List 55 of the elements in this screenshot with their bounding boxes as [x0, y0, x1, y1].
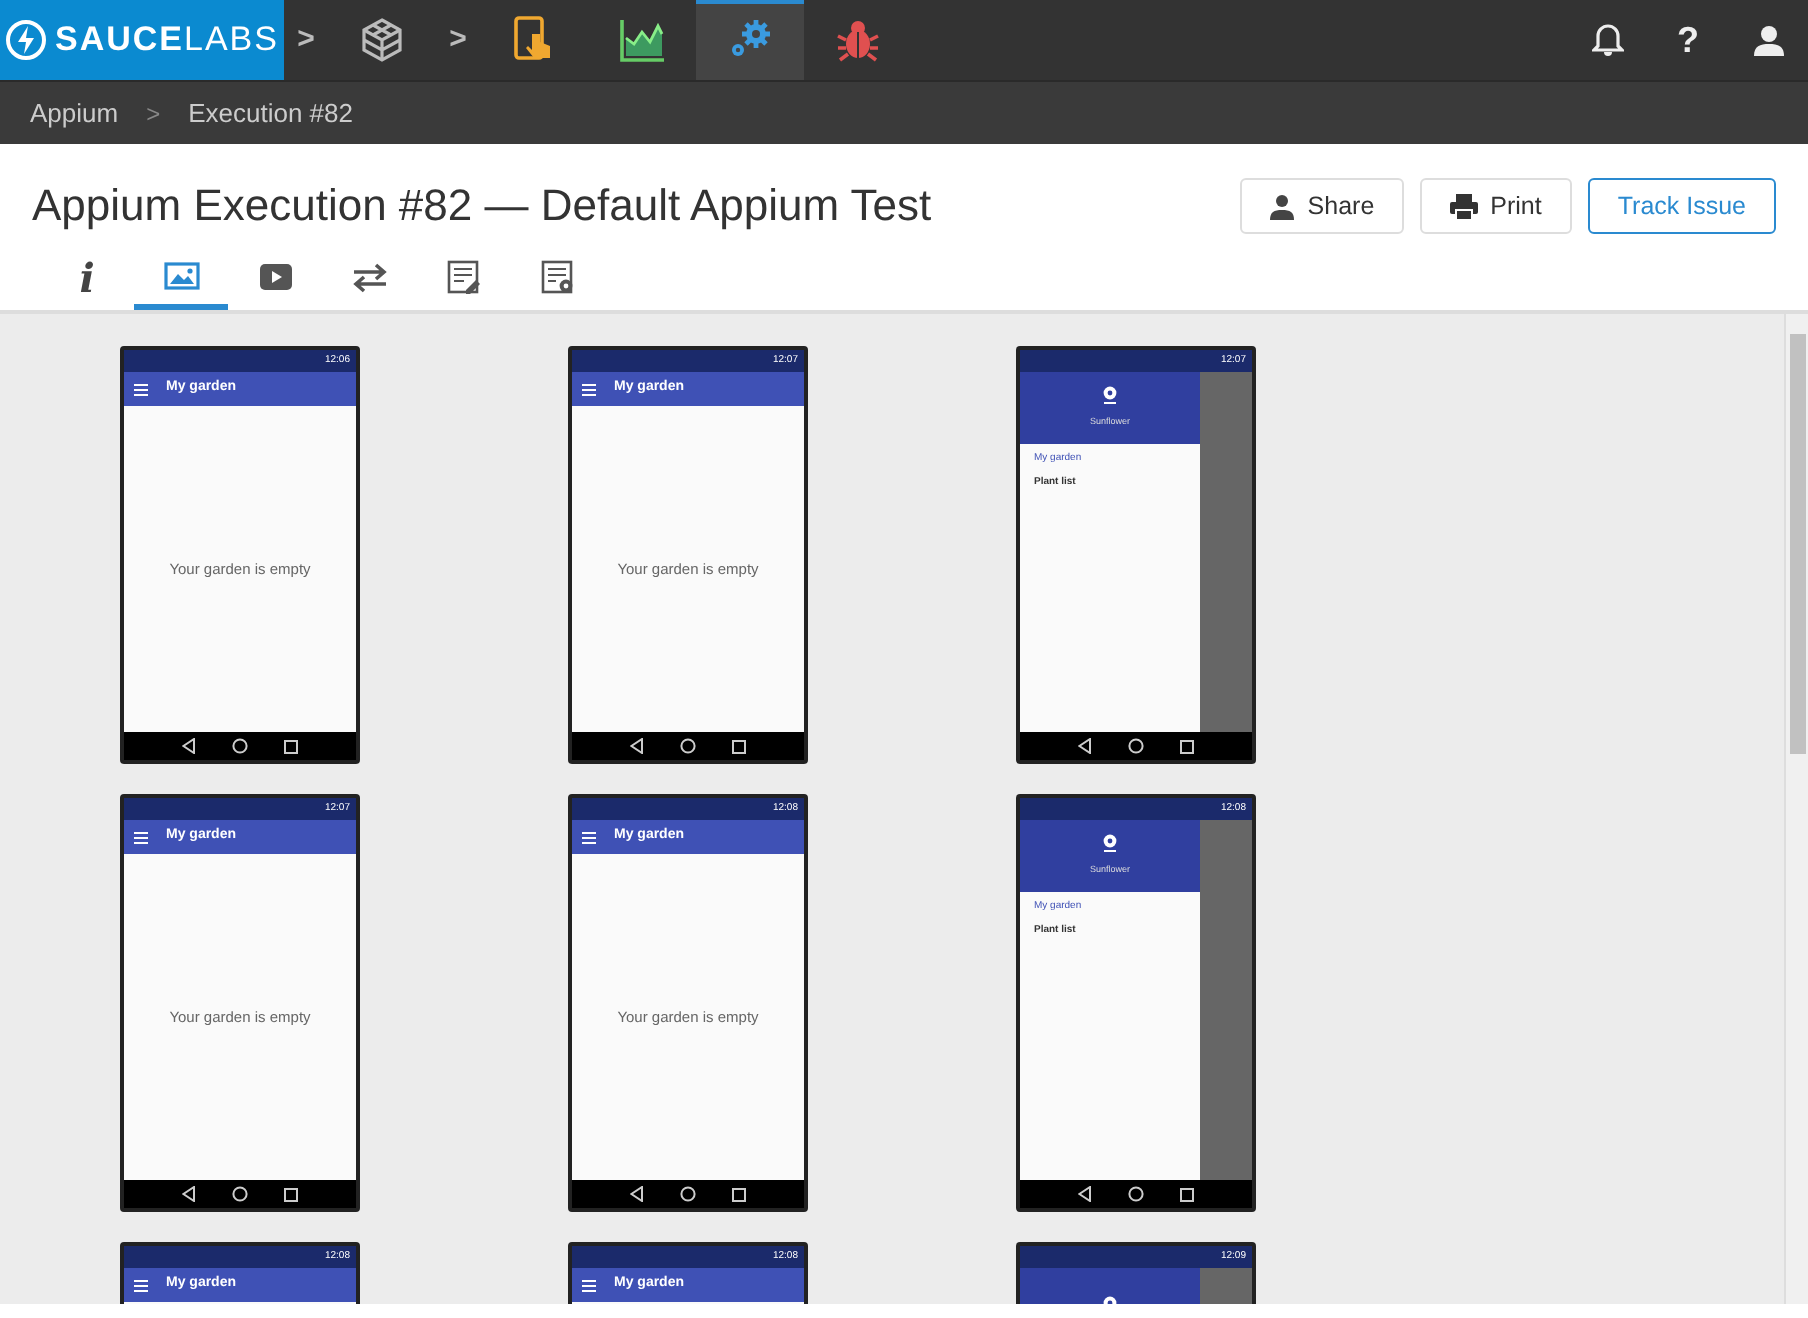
menu-icon	[134, 831, 148, 843]
play-icon	[257, 259, 293, 295]
home-icon	[232, 738, 248, 754]
chevron-separator: >	[295, 19, 317, 60]
recents-icon	[284, 1187, 298, 1201]
scrollbar-thumb[interactable]	[1789, 334, 1805, 754]
breadcrumb-link[interactable]: Appium	[30, 93, 119, 133]
tab[interactable]: i	[40, 250, 134, 310]
menu-icon	[134, 383, 148, 395]
print-button[interactable]: Print	[1420, 178, 1572, 234]
back-icon	[1078, 738, 1092, 754]
printer-icon	[1450, 193, 1479, 219]
breadcrumb-separator: >	[146, 97, 161, 131]
recents-icon	[1180, 739, 1194, 753]
app-tab[interactable]	[696, 0, 804, 80]
document-edit-icon	[445, 259, 481, 295]
home-icon	[232, 1186, 248, 1202]
recents-icon	[284, 739, 298, 753]
image-icon	[163, 259, 199, 295]
home-icon	[680, 1186, 696, 1202]
back-icon	[182, 738, 196, 754]
recents-icon	[732, 739, 746, 753]
flower-icon	[1102, 386, 1118, 405]
menu-icon	[134, 1279, 148, 1291]
info-icon: i	[79, 247, 95, 307]
breadcrumb-link[interactable]: Execution #82	[188, 93, 353, 133]
track-issue-button[interactable]: Track Issue	[1587, 178, 1776, 234]
share-button[interactable]: Share	[1239, 178, 1405, 234]
notification-bell-icon[interactable]	[1592, 22, 1624, 58]
document-gear-icon	[539, 259, 575, 295]
back-icon	[630, 738, 644, 754]
logo[interactable]: SAUCELABS	[0, 0, 284, 80]
back-icon	[1078, 1186, 1092, 1202]
help-icon[interactable]: ?	[1648, 0, 1728, 80]
page-title: Appium Execution #82 — Default Appium Test	[32, 179, 934, 233]
menu-icon	[582, 831, 596, 843]
flower-icon	[1102, 834, 1118, 853]
menu-icon	[582, 1279, 596, 1291]
back-icon	[630, 1186, 644, 1202]
area-chart-icon	[618, 16, 666, 64]
back-icon	[182, 1186, 196, 1202]
person-icon	[1269, 193, 1296, 219]
bug-icon	[834, 16, 882, 64]
logo-icon	[5, 20, 45, 60]
user-icon[interactable]	[1753, 24, 1783, 56]
home-icon	[680, 738, 696, 754]
home-icon	[1128, 738, 1144, 754]
menu-icon	[582, 383, 596, 395]
cube-icon	[358, 16, 406, 64]
swap-arrows-icon	[351, 259, 387, 295]
chevron-separator: >	[447, 19, 469, 60]
home-icon	[1128, 1186, 1144, 1202]
recents-icon	[1180, 1187, 1194, 1201]
recents-icon	[732, 1187, 746, 1201]
logo-text: SAUCELABS	[55, 18, 279, 63]
